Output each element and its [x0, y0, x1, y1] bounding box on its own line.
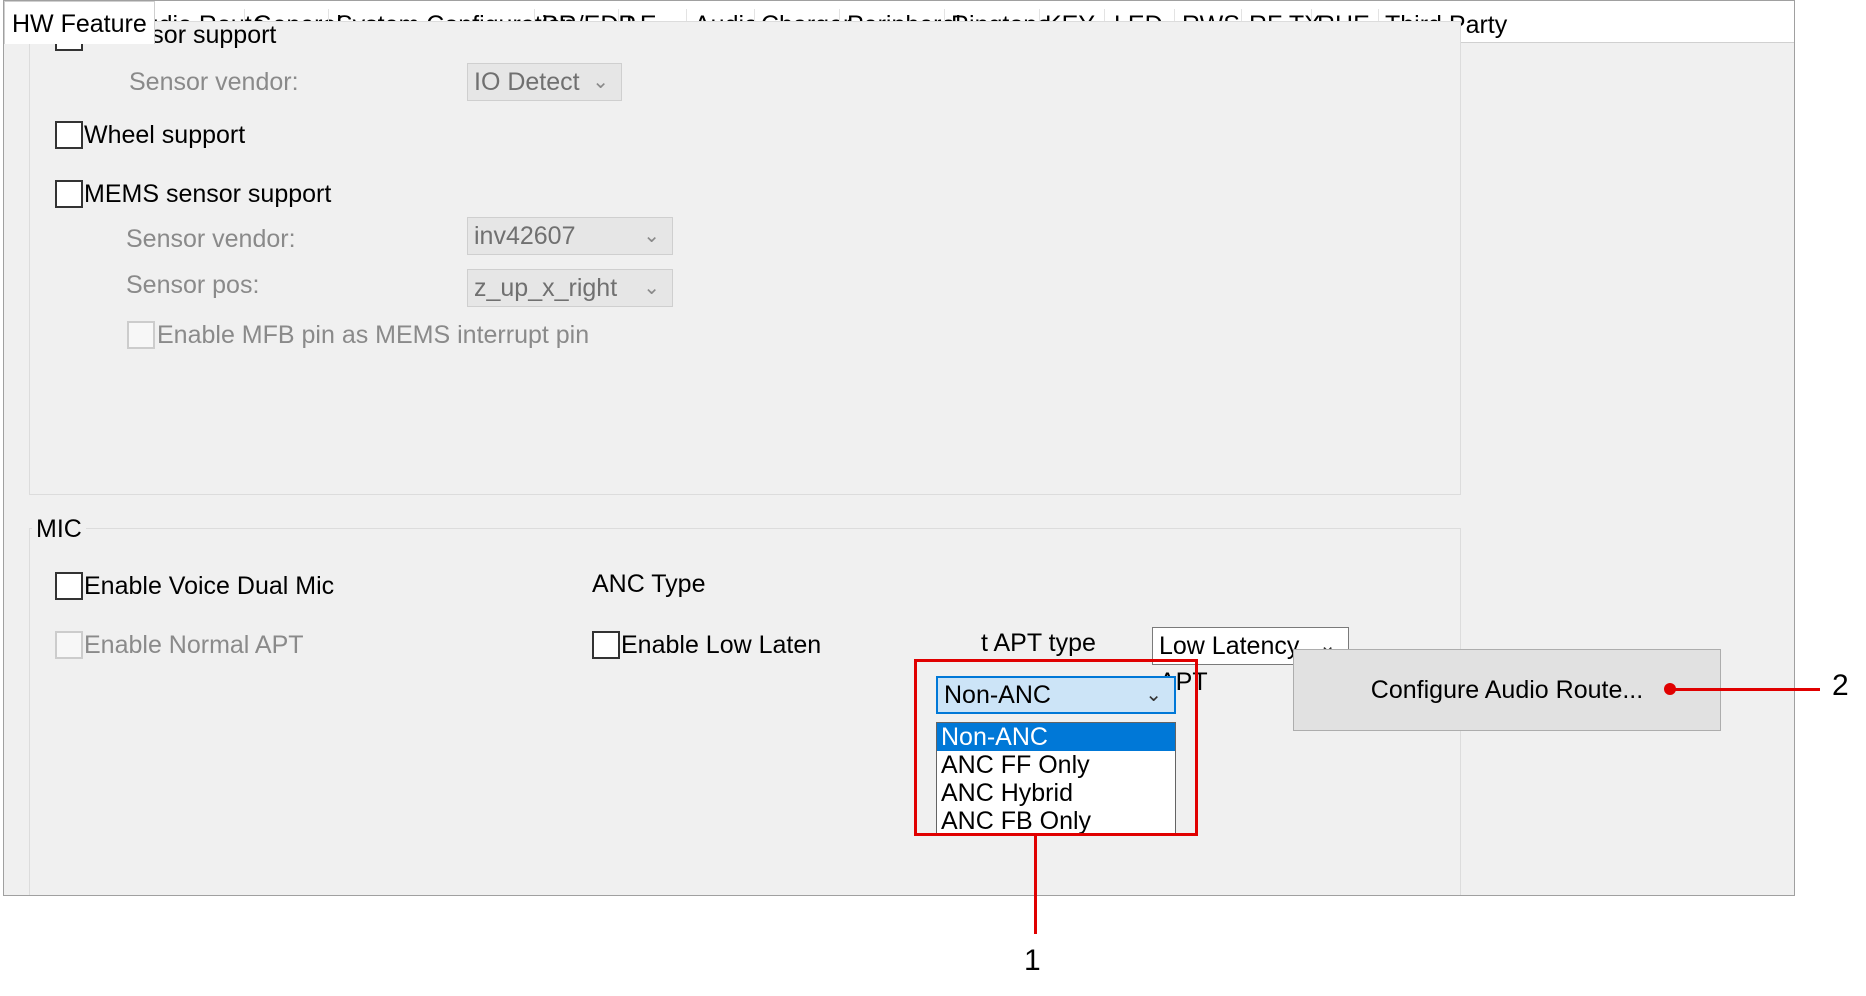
callout-2-leader-line: [1670, 688, 1820, 691]
mfb-pin-label: Enable MFB pin as MEMS interrupt pin: [157, 321, 590, 349]
callout-2-number: 2: [1832, 669, 1849, 702]
mems-pos-label: Sensor pos:: [126, 271, 260, 299]
psensor-vendor-label: Sensor vendor:: [129, 68, 299, 96]
wheel-support-label: Wheel support: [84, 121, 246, 149]
normal-apt-label: Enable Normal APT: [84, 631, 304, 659]
mems-vendor-select[interactable]: inv42607 ⌄: [467, 217, 673, 255]
low-latency-label: Enable Low Laten: [621, 631, 822, 659]
configure-audio-route-button[interactable]: Configure Audio Route...: [1293, 649, 1721, 731]
mems-vendor-label: Sensor vendor:: [126, 225, 296, 253]
chevron-down-icon: ⌄: [643, 277, 660, 299]
mic-group-title: MIC: [32, 515, 86, 544]
voice-dual-mic-checkbox[interactable]: [55, 572, 83, 600]
normal-apt-checkbox[interactable]: [55, 631, 83, 659]
wheel-support-checkbox[interactable]: [55, 121, 83, 149]
chevron-down-icon: ⌄: [592, 71, 609, 93]
apt-type-label: t APT type: [981, 629, 1096, 657]
callout-1-leader-line: [1034, 836, 1037, 934]
mems-sensor-label: MEMS sensor support: [84, 180, 332, 208]
mems-pos-select[interactable]: z_up_x_right ⌄: [467, 269, 673, 307]
mfb-pin-checkbox[interactable]: [127, 321, 155, 349]
settings-window: HW Feature Audio Route General System Co…: [3, 0, 1795, 896]
chevron-down-icon: ⌄: [643, 225, 660, 247]
voice-dual-mic-label: Enable Voice Dual Mic: [84, 572, 335, 600]
mems-sensor-checkbox[interactable]: [55, 180, 83, 208]
psensor-vendor-select[interactable]: IO Detect ⌄: [467, 63, 622, 101]
callout-1-number: 1: [1024, 944, 1041, 977]
tab-hw-feature[interactable]: HW Feature: [4, 1, 155, 44]
callout-highlight-box: [914, 659, 1198, 836]
anc-type-label: ANC Type: [592, 570, 706, 598]
low-latency-checkbox[interactable]: [592, 631, 620, 659]
